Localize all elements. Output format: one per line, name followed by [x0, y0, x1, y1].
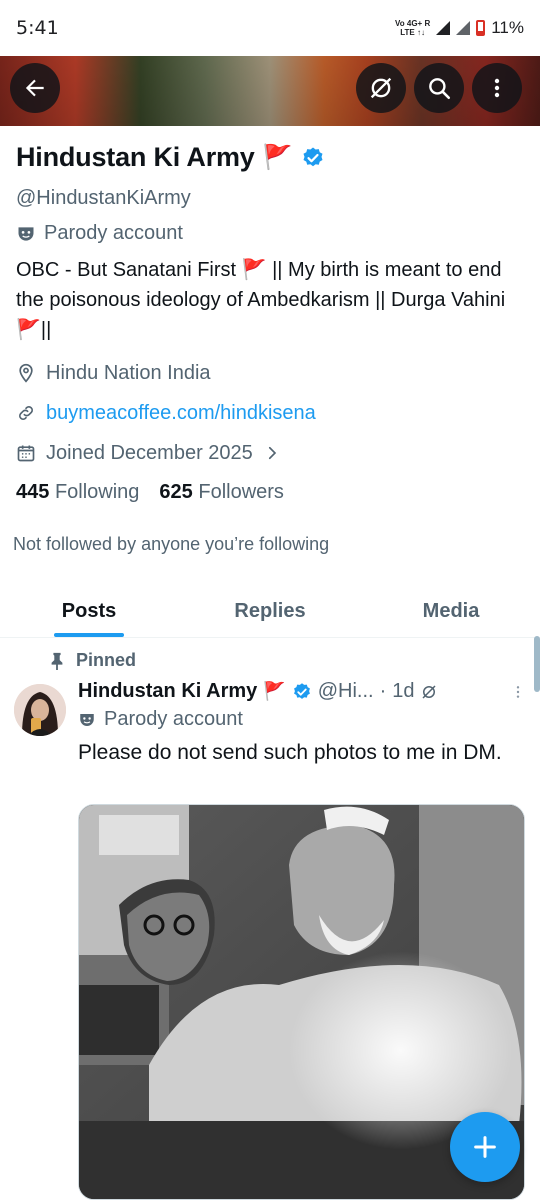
profile-bio: OBC - But Sanatani First 🚩 || My birth i…	[16, 259, 506, 341]
followers-label: Followers	[198, 481, 284, 503]
status-time: 5:41	[16, 17, 59, 39]
tab-label: Posts	[61, 600, 117, 622]
pin-icon	[51, 652, 63, 670]
post-parody-label: Parody account	[104, 708, 243, 730]
search-icon	[429, 78, 451, 100]
network-indicator: Vo 4G+ R LTE ↑↓	[395, 19, 430, 37]
network-label-top: Vo 4G+ R	[395, 19, 431, 28]
search-button[interactable]	[414, 63, 464, 113]
post-handle: @Hi...	[317, 680, 374, 702]
flag-emoji: 🚩	[262, 144, 293, 171]
back-button[interactable]	[10, 63, 60, 113]
post-parody-row: Parody account	[78, 708, 243, 731]
profile-info: Hindustan Ki Army 🚩 @HindustanKiArmy Par…	[0, 126, 540, 555]
location-pin-icon	[19, 363, 33, 383]
grok-icon	[370, 77, 392, 99]
grok-button[interactable]	[356, 63, 406, 113]
chevron-right-icon	[268, 446, 276, 460]
link-row: buymeacoffee.com/hindkisena	[16, 399, 524, 427]
location-row: Hindu Nation India	[16, 359, 524, 387]
grok-icon[interactable]	[420, 683, 438, 701]
joined-text: Joined December 2025	[46, 441, 253, 464]
parody-mask-icon	[80, 713, 94, 726]
network-label-bottom: LTE ↑↓	[400, 28, 425, 37]
post-author-name[interactable]: Hindustan Ki Army	[78, 680, 257, 703]
tab-replies[interactable]: Replies	[178, 586, 362, 637]
display-name: Hindustan Ki Army	[16, 142, 255, 172]
signal-secondary-icon	[456, 21, 471, 35]
more-button[interactable]	[472, 63, 522, 113]
follow-stats: 445 Following 625 Followers	[16, 481, 524, 504]
followers-count: 625	[159, 481, 193, 503]
avatar[interactable]	[14, 684, 66, 736]
status-bar: 5:41 Vo 4G+ R LTE ↑↓ 11%	[0, 0, 540, 56]
battery-icon	[476, 20, 486, 36]
back-arrow-icon	[25, 79, 44, 97]
verified-badge-icon	[293, 682, 310, 699]
link-icon	[19, 406, 33, 420]
post-header: Hindustan Ki Army 🚩 @Hi... · 1d	[78, 680, 526, 703]
name-row: Hindustan Ki Army 🚩	[16, 142, 524, 173]
scrollbar[interactable]	[534, 636, 540, 692]
battery-percent: 11%	[491, 18, 524, 37]
signal-icon	[436, 21, 451, 35]
parody-label-row: Parody account	[16, 222, 524, 245]
parody-mask-icon	[18, 226, 34, 241]
pinned-indicator: Pinned	[50, 650, 136, 671]
plus-icon	[474, 1136, 496, 1158]
tab-media[interactable]: Media	[362, 586, 540, 637]
post-text: Please do not send such photos to me in …	[78, 741, 502, 764]
status-icons: Vo 4G+ R LTE ↑↓ 11%	[395, 18, 524, 38]
tab-posts[interactable]: Posts	[0, 586, 178, 637]
tab-label: Media	[422, 600, 480, 622]
compose-button[interactable]	[450, 1112, 520, 1182]
pinned-label: Pinned	[76, 650, 137, 670]
calendar-icon	[17, 445, 35, 462]
profile-tabs: Posts Replies Media	[0, 586, 540, 638]
post-flag-emoji: 🚩	[263, 681, 286, 701]
more-vertical-icon	[494, 78, 500, 98]
parody-label: Parody account	[44, 222, 183, 244]
avatar-image	[14, 684, 66, 736]
post-more-icon[interactable]	[510, 683, 526, 701]
location-text: Hindu Nation India	[46, 361, 211, 384]
following-count: 445	[16, 481, 50, 503]
joined-row[interactable]: Joined December 2025	[16, 439, 524, 467]
separator-dot: ·	[379, 680, 387, 702]
profile-link[interactable]: buymeacoffee.com/hindkisena	[46, 402, 316, 425]
tab-label: Replies	[234, 600, 306, 622]
not-followed-text: Not followed by anyone you’re following	[13, 534, 330, 554]
followers-link[interactable]: 625 Followers	[159, 481, 284, 504]
following-label: Following	[54, 481, 140, 503]
post-time[interactable]: 1d	[392, 680, 414, 703]
verified-badge-icon[interactable]	[301, 146, 325, 170]
following-link[interactable]: 445 Following	[16, 481, 139, 504]
profile-handle: @HindustanKiArmy	[16, 187, 191, 209]
